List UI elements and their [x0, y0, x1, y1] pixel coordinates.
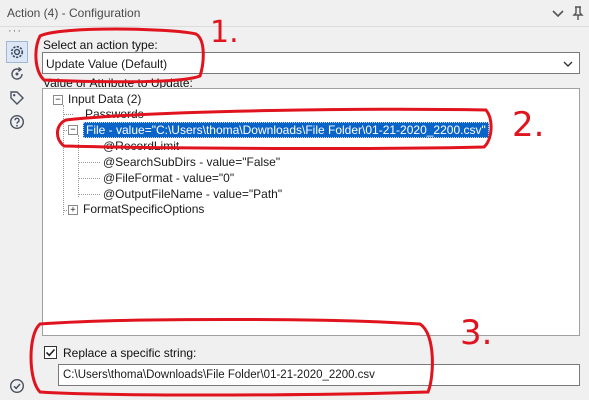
drag-handle-icon: ··· — [8, 25, 22, 37]
tree-connector — [63, 105, 64, 215]
chevron-down-icon[interactable] — [562, 58, 574, 73]
collapse-toggle[interactable]: − — [53, 95, 63, 105]
tree-connector — [78, 162, 100, 163]
replace-string-checkbox[interactable] — [44, 346, 57, 359]
tree-connector — [78, 178, 100, 179]
tag-icon[interactable] — [8, 89, 26, 107]
tree-item-record-limit[interactable]: @RecordLimit — [103, 139, 179, 153]
replace-string-input[interactable]: C:\Users\thoma\Downloads\File Folder\01-… — [58, 364, 580, 386]
tree-connector — [78, 146, 100, 147]
title-bar: Action (4) - Configuration — [0, 0, 589, 27]
chevron-down-icon[interactable] — [550, 5, 566, 21]
refresh-icon[interactable] — [8, 65, 26, 83]
tree-item-passwords[interactable]: Passwords — [85, 107, 144, 121]
tree-item-file[interactable]: File - value="C:\Users\thoma\Downloads\F… — [83, 122, 489, 138]
check-icon — [45, 348, 56, 357]
sidebar: ··· — [0, 25, 32, 400]
tree-item-output-filename[interactable]: @OutputFileName - value="Path" — [103, 187, 282, 201]
replace-string-value: C:\Users\thoma\Downloads\File Folder\01-… — [63, 369, 375, 381]
tree-item-format-options[interactable]: FormatSpecificOptions — [83, 202, 204, 216]
action-type-select[interactable]: Update Value (Default) — [42, 52, 580, 74]
tree-root[interactable]: Input Data (2) — [68, 92, 141, 106]
replace-string-label: Replace a specific string: — [63, 346, 197, 360]
check-circle-icon[interactable] — [8, 377, 26, 395]
tree-item-file-format[interactable]: @FileFormat - value="0" — [103, 171, 234, 185]
window-title: Action (4) - Configuration — [7, 6, 141, 20]
help-icon[interactable] — [8, 113, 26, 131]
tree-connector — [78, 194, 100, 195]
tree-connector — [78, 135, 79, 197]
collapse-toggle[interactable]: − — [68, 125, 78, 135]
tree-connector — [63, 114, 73, 115]
action-type-label: Select an action type: — [43, 38, 158, 52]
action-type-value: Update Value (Default) — [46, 57, 168, 71]
pin-icon[interactable] — [570, 5, 586, 21]
attribute-tree[interactable]: − Input Data (2) Passwords − File - valu… — [42, 88, 580, 336]
gear-icon[interactable] — [6, 41, 28, 63]
expand-toggle[interactable]: + — [68, 205, 78, 215]
tree-item-search-subdirs[interactable]: @SearchSubDirs - value="False" — [103, 155, 280, 169]
